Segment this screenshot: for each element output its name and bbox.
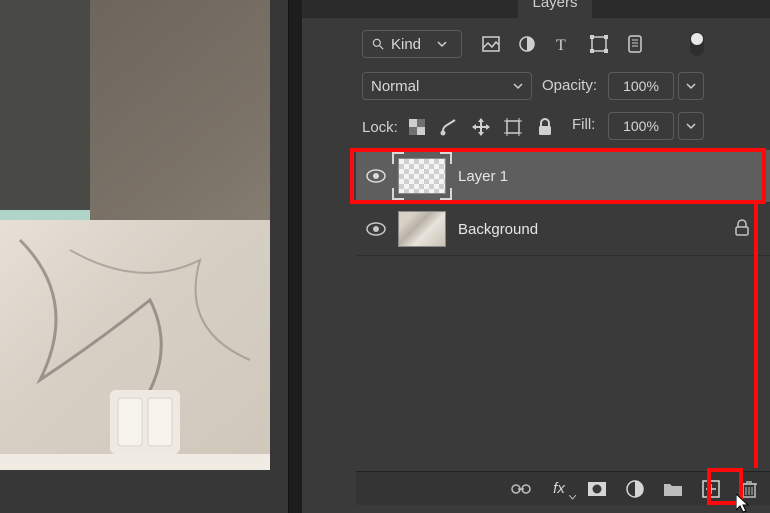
lock-position-icon[interactable] [468, 114, 494, 140]
chevron-down-icon [513, 81, 523, 91]
filter-smart-icon[interactable] [624, 33, 646, 55]
layer-fx-button[interactable]: fx [548, 478, 570, 500]
filter-toggle[interactable] [690, 32, 704, 56]
lock-all-icon[interactable] [532, 114, 558, 140]
layer-thumbnail[interactable] [396, 156, 448, 196]
filter-pixel-icon[interactable] [480, 33, 502, 55]
add-mask-button[interactable] [586, 478, 608, 500]
layers-panel: Layers Kind [302, 0, 770, 513]
layer-name[interactable]: Layer 1 [458, 168, 508, 185]
blend-mode-label: Normal [371, 78, 513, 95]
opacity-value-input[interactable]: 100% [608, 72, 674, 100]
layers-bottom-toolbar: fx [356, 471, 770, 505]
delete-layer-button[interactable] [738, 478, 760, 500]
layer-thumbnail[interactable] [396, 209, 448, 249]
lock-paint-icon[interactable] [436, 114, 462, 140]
layer-row-background[interactable]: Background [356, 202, 770, 256]
visibility-toggle[interactable] [356, 169, 396, 183]
fill-value-text: 100% [623, 118, 659, 134]
tab-layers[interactable]: Layers [518, 0, 592, 18]
svg-text:T: T [556, 37, 566, 53]
fx-text: fx [553, 480, 565, 497]
chevron-down-icon [437, 36, 453, 52]
filter-adjust-icon[interactable] [516, 33, 538, 55]
new-layer-button[interactable] [700, 478, 722, 500]
layer-name[interactable]: Background [458, 221, 538, 238]
layer-row-layer1[interactable]: Layer 1 [356, 150, 770, 202]
search-icon [371, 37, 385, 51]
filter-kind-label: Kind [391, 36, 437, 53]
visibility-toggle[interactable] [356, 222, 396, 236]
fill-value-input[interactable]: 100% [608, 112, 674, 140]
filter-shape-icon[interactable] [588, 33, 610, 55]
opacity-value-text: 100% [623, 78, 659, 94]
new-group-button[interactable] [662, 478, 684, 500]
link-layers-button[interactable] [510, 478, 532, 500]
fill-label: Fill: [572, 116, 595, 133]
filter-type-icon[interactable]: T [552, 33, 574, 55]
lock-transparency-icon[interactable] [404, 114, 430, 140]
canvas-area [0, 0, 280, 513]
opacity-label: Opacity: [542, 77, 597, 94]
lock-artboard-icon[interactable] [500, 114, 526, 140]
layer-list: Layer 1 Background [356, 150, 770, 256]
new-adjustment-layer-button[interactable] [624, 478, 646, 500]
lock-label: Lock: [362, 119, 398, 136]
document-preview[interactable] [0, 0, 270, 470]
blend-mode-dropdown[interactable]: Normal [362, 72, 532, 100]
panel-tabs: Layers [302, 0, 770, 18]
opacity-flyout-button[interactable] [678, 72, 704, 100]
filter-kind-dropdown[interactable]: Kind [362, 30, 462, 58]
lock-icon[interactable] [734, 219, 752, 237]
fill-flyout-button[interactable] [678, 112, 704, 140]
